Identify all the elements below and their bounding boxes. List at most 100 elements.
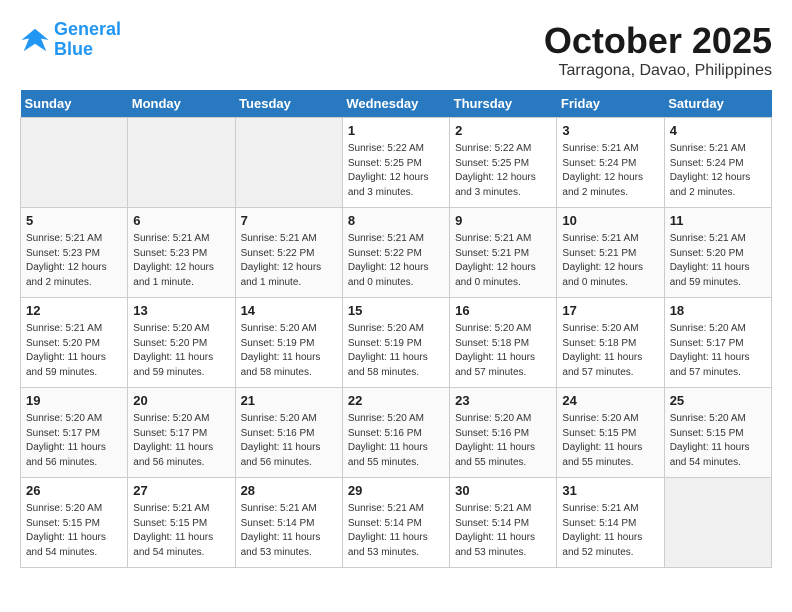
week-row-3: 12 Sunrise: 5:21 AM Sunset: 5:20 PM Dayl…	[21, 298, 772, 388]
calendar-cell: 24 Sunrise: 5:20 AM Sunset: 5:15 PM Dayl…	[557, 388, 664, 478]
day-info: Sunrise: 5:20 AM Sunset: 5:16 PM Dayligh…	[241, 412, 337, 470]
day-info: Sunrise: 5:21 AM Sunset: 5:23 PM Dayligh…	[133, 232, 229, 290]
calendar-cell	[664, 478, 771, 568]
day-info: Sunrise: 5:21 AM Sunset: 5:15 PM Dayligh…	[133, 502, 229, 560]
day-number: 10	[562, 212, 658, 230]
day-number: 3	[562, 122, 658, 140]
day-number: 26	[26, 482, 122, 500]
week-row-2: 5 Sunrise: 5:21 AM Sunset: 5:23 PM Dayli…	[21, 208, 772, 298]
weekday-header-thursday: Thursday	[450, 90, 557, 118]
day-info: Sunrise: 5:20 AM Sunset: 5:18 PM Dayligh…	[455, 322, 551, 380]
day-info: Sunrise: 5:21 AM Sunset: 5:21 PM Dayligh…	[455, 232, 551, 290]
day-info: Sunrise: 5:21 AM Sunset: 5:21 PM Dayligh…	[562, 232, 658, 290]
day-number: 11	[670, 212, 766, 230]
logo-icon	[20, 25, 50, 55]
day-number: 17	[562, 302, 658, 320]
calendar-cell: 25 Sunrise: 5:20 AM Sunset: 5:15 PM Dayl…	[664, 388, 771, 478]
day-number: 15	[348, 302, 444, 320]
day-number: 24	[562, 392, 658, 410]
day-number: 8	[348, 212, 444, 230]
page-header: General Blue October 2025 Tarragona, Dav…	[20, 20, 772, 80]
day-number: 27	[133, 482, 229, 500]
calendar-cell: 18 Sunrise: 5:20 AM Sunset: 5:17 PM Dayl…	[664, 298, 771, 388]
weekday-header-sunday: Sunday	[21, 90, 128, 118]
day-info: Sunrise: 5:20 AM Sunset: 5:15 PM Dayligh…	[670, 412, 766, 470]
calendar-cell: 14 Sunrise: 5:20 AM Sunset: 5:19 PM Dayl…	[235, 298, 342, 388]
calendar-table: SundayMondayTuesdayWednesdayThursdayFrid…	[20, 90, 772, 568]
day-info: Sunrise: 5:20 AM Sunset: 5:15 PM Dayligh…	[26, 502, 122, 560]
calendar-cell: 29 Sunrise: 5:21 AM Sunset: 5:14 PM Dayl…	[342, 478, 449, 568]
day-number: 19	[26, 392, 122, 410]
calendar-cell: 26 Sunrise: 5:20 AM Sunset: 5:15 PM Dayl…	[21, 478, 128, 568]
day-info: Sunrise: 5:20 AM Sunset: 5:17 PM Dayligh…	[133, 412, 229, 470]
calendar-cell: 8 Sunrise: 5:21 AM Sunset: 5:22 PM Dayli…	[342, 208, 449, 298]
calendar-cell: 21 Sunrise: 5:20 AM Sunset: 5:16 PM Dayl…	[235, 388, 342, 478]
day-info: Sunrise: 5:20 AM Sunset: 5:18 PM Dayligh…	[562, 322, 658, 380]
title-block: October 2025 Tarragona, Davao, Philippin…	[544, 20, 772, 80]
calendar-cell: 23 Sunrise: 5:20 AM Sunset: 5:16 PM Dayl…	[450, 388, 557, 478]
day-number: 16	[455, 302, 551, 320]
calendar-cell: 16 Sunrise: 5:20 AM Sunset: 5:18 PM Dayl…	[450, 298, 557, 388]
weekday-header-wednesday: Wednesday	[342, 90, 449, 118]
calendar-cell: 19 Sunrise: 5:20 AM Sunset: 5:17 PM Dayl…	[21, 388, 128, 478]
calendar-cell: 31 Sunrise: 5:21 AM Sunset: 5:14 PM Dayl…	[557, 478, 664, 568]
week-row-4: 19 Sunrise: 5:20 AM Sunset: 5:17 PM Dayl…	[21, 388, 772, 478]
day-info: Sunrise: 5:22 AM Sunset: 5:25 PM Dayligh…	[348, 142, 444, 200]
day-number: 18	[670, 302, 766, 320]
day-info: Sunrise: 5:21 AM Sunset: 5:20 PM Dayligh…	[26, 322, 122, 380]
day-number: 22	[348, 392, 444, 410]
calendar-cell: 28 Sunrise: 5:21 AM Sunset: 5:14 PM Dayl…	[235, 478, 342, 568]
calendar-cell: 4 Sunrise: 5:21 AM Sunset: 5:24 PM Dayli…	[664, 118, 771, 208]
week-row-1: 1 Sunrise: 5:22 AM Sunset: 5:25 PM Dayli…	[21, 118, 772, 208]
logo: General Blue	[20, 20, 121, 60]
location: Tarragona, Davao, Philippines	[544, 62, 772, 80]
day-number: 4	[670, 122, 766, 140]
calendar-cell: 1 Sunrise: 5:22 AM Sunset: 5:25 PM Dayli…	[342, 118, 449, 208]
day-number: 12	[26, 302, 122, 320]
weekday-header-saturday: Saturday	[664, 90, 771, 118]
day-info: Sunrise: 5:21 AM Sunset: 5:24 PM Dayligh…	[670, 142, 766, 200]
day-number: 20	[133, 392, 229, 410]
calendar-cell: 17 Sunrise: 5:20 AM Sunset: 5:18 PM Dayl…	[557, 298, 664, 388]
day-number: 30	[455, 482, 551, 500]
calendar-cell: 7 Sunrise: 5:21 AM Sunset: 5:22 PM Dayli…	[235, 208, 342, 298]
calendar-cell: 27 Sunrise: 5:21 AM Sunset: 5:15 PM Dayl…	[128, 478, 235, 568]
day-number: 1	[348, 122, 444, 140]
logo-blue: Blue	[54, 39, 93, 59]
calendar-cell	[21, 118, 128, 208]
weekday-header-tuesday: Tuesday	[235, 90, 342, 118]
calendar-cell	[128, 118, 235, 208]
day-number: 7	[241, 212, 337, 230]
weekday-header-friday: Friday	[557, 90, 664, 118]
day-number: 31	[562, 482, 658, 500]
day-info: Sunrise: 5:21 AM Sunset: 5:22 PM Dayligh…	[348, 232, 444, 290]
day-number: 2	[455, 122, 551, 140]
calendar-cell: 11 Sunrise: 5:21 AM Sunset: 5:20 PM Dayl…	[664, 208, 771, 298]
calendar-cell: 20 Sunrise: 5:20 AM Sunset: 5:17 PM Dayl…	[128, 388, 235, 478]
calendar-cell: 5 Sunrise: 5:21 AM Sunset: 5:23 PM Dayli…	[21, 208, 128, 298]
day-info: Sunrise: 5:22 AM Sunset: 5:25 PM Dayligh…	[455, 142, 551, 200]
day-info: Sunrise: 5:21 AM Sunset: 5:14 PM Dayligh…	[241, 502, 337, 560]
logo-text: General Blue	[54, 20, 121, 60]
day-info: Sunrise: 5:21 AM Sunset: 5:24 PM Dayligh…	[562, 142, 658, 200]
day-number: 28	[241, 482, 337, 500]
day-number: 14	[241, 302, 337, 320]
calendar-cell: 15 Sunrise: 5:20 AM Sunset: 5:19 PM Dayl…	[342, 298, 449, 388]
day-info: Sunrise: 5:21 AM Sunset: 5:22 PM Dayligh…	[241, 232, 337, 290]
day-info: Sunrise: 5:20 AM Sunset: 5:17 PM Dayligh…	[26, 412, 122, 470]
calendar-cell: 10 Sunrise: 5:21 AM Sunset: 5:21 PM Dayl…	[557, 208, 664, 298]
calendar-cell: 30 Sunrise: 5:21 AM Sunset: 5:14 PM Dayl…	[450, 478, 557, 568]
day-info: Sunrise: 5:20 AM Sunset: 5:20 PM Dayligh…	[133, 322, 229, 380]
day-info: Sunrise: 5:21 AM Sunset: 5:23 PM Dayligh…	[26, 232, 122, 290]
calendar-cell: 2 Sunrise: 5:22 AM Sunset: 5:25 PM Dayli…	[450, 118, 557, 208]
calendar-cell: 22 Sunrise: 5:20 AM Sunset: 5:16 PM Dayl…	[342, 388, 449, 478]
day-number: 6	[133, 212, 229, 230]
day-info: Sunrise: 5:20 AM Sunset: 5:16 PM Dayligh…	[348, 412, 444, 470]
day-info: Sunrise: 5:20 AM Sunset: 5:15 PM Dayligh…	[562, 412, 658, 470]
day-info: Sunrise: 5:21 AM Sunset: 5:14 PM Dayligh…	[348, 502, 444, 560]
day-number: 23	[455, 392, 551, 410]
day-number: 5	[26, 212, 122, 230]
weekday-header-row: SundayMondayTuesdayWednesdayThursdayFrid…	[21, 90, 772, 118]
day-number: 25	[670, 392, 766, 410]
logo-general: General	[54, 19, 121, 39]
